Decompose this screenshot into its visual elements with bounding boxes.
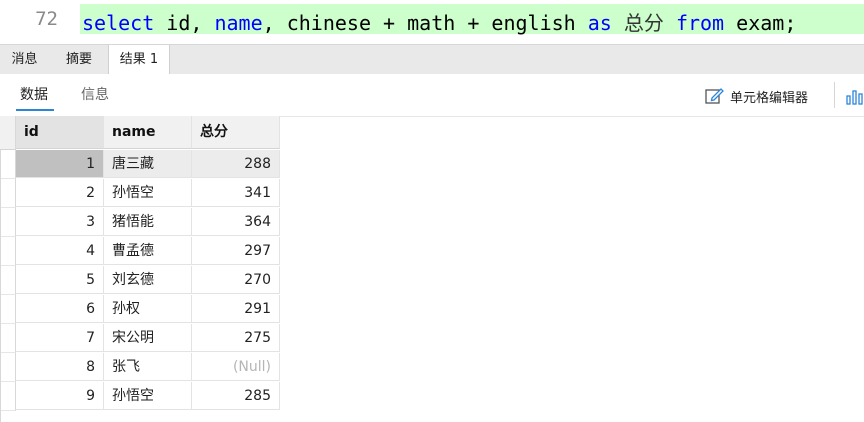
row-header[interactable] [0,179,16,208]
sql-statement[interactable]: select id, name, chinese + math + englis… [82,7,796,36]
sql-text: exam; [724,11,797,35]
table-row[interactable]: 8 张飞 (Null) [0,353,280,382]
table-row[interactable]: 1 唐三藏 288 [0,150,280,179]
cell-name[interactable]: 刘玄德 [104,266,192,294]
cell-total[interactable]: 297 [192,237,280,265]
table-row[interactable]: 2 孙悟空 341 [0,179,280,208]
cell-id[interactable]: 6 [16,295,104,323]
row-header[interactable] [0,382,16,411]
row-header[interactable] [0,266,16,295]
cell-total[interactable]: 364 [192,208,280,236]
row-header[interactable] [0,353,16,382]
cell-name[interactable]: 孙权 [104,295,192,323]
cell-name[interactable]: 宋公明 [104,324,192,352]
row-header[interactable] [0,295,16,324]
sql-text: , chinese + math + english [262,11,588,35]
tab-summary[interactable]: 摘要 [52,45,106,74]
column-header-total[interactable]: 总分 [192,116,280,149]
cell-name[interactable]: 唐三藏 [104,150,192,178]
row-header[interactable] [0,150,16,179]
cell-id[interactable]: 2 [16,179,104,207]
table-row[interactable]: 6 孙权 291 [0,295,280,324]
row-header[interactable] [0,208,16,237]
row-header[interactable] [0,237,16,266]
cell-id[interactable]: 8 [16,353,104,381]
cell-name[interactable]: 张飞 [104,353,192,381]
cell-total[interactable]: 275 [192,324,280,352]
tab-result-1[interactable]: 结果 1 [108,45,170,75]
subtab-info[interactable]: 信息 [81,84,109,104]
cell-id[interactable]: 1 [16,150,104,178]
cell-name[interactable]: 曹孟德 [104,237,192,265]
active-subtab-indicator [16,109,54,111]
sql-keyword: select [82,11,155,35]
subtab-data[interactable]: 数据 [20,84,48,104]
cell-total[interactable]: 291 [192,295,280,323]
sql-keyword: as [587,11,612,35]
sql-keyword: name [214,11,263,35]
sql-text: 总分 [623,11,664,35]
chart-icon[interactable] [845,86,864,106]
table-row[interactable]: 4 曹孟德 297 [0,237,280,266]
cell-total[interactable]: (Null) [192,353,280,381]
cell-id[interactable]: 5 [16,266,104,294]
table-row[interactable]: 5 刘玄德 270 [0,266,280,295]
table-row[interactable]: 7 宋公明 275 [0,324,280,353]
cell-name[interactable]: 孙悟空 [104,382,192,410]
table-row[interactable]: 3 猪悟能 364 [0,208,280,237]
data-toolbar: 数据 信息 单元格编辑器 [0,74,864,117]
sql-editor[interactable]: 72 select id, name, chinese + math + eng… [0,0,864,42]
cell-total[interactable]: 288 [192,150,280,178]
cell-total[interactable]: 270 [192,266,280,294]
result-grid[interactable]: id name 总分 1 唐三藏 288 2 孙悟空 341 3 猪悟能 364 4 曹孟德 297 5… [0,116,280,411]
sql-keyword: from [675,11,725,35]
column-header-name[interactable]: name [104,116,192,149]
cell-name[interactable]: 孙悟空 [104,179,192,207]
cell-name[interactable]: 猪悟能 [104,208,192,236]
cell-total[interactable]: 341 [192,179,280,207]
cell-editor-label: 单元格编辑器 [730,90,809,106]
cell-id[interactable]: 4 [16,237,104,265]
cell-id[interactable]: 7 [16,324,104,352]
sql-text: id, [154,11,215,35]
cell-total[interactable]: 285 [192,382,280,410]
cell-id[interactable]: 9 [16,382,104,410]
column-header-id[interactable]: id [16,116,104,149]
toolbar-divider [834,82,835,108]
table-row[interactable]: 9 孙悟空 285 [0,382,280,411]
cell-editor-button[interactable]: 单元格编辑器 [705,84,808,108]
row-header-corner [0,116,16,150]
cell-id[interactable]: 3 [16,208,104,236]
result-tabs: 消息 摘要 结果 1 [0,44,864,75]
tab-messages[interactable]: 消息 [0,45,49,74]
row-header[interactable] [0,324,16,353]
edit-icon [705,88,724,104]
grid-header-row: id name 总分 [0,116,280,150]
highlighted-code-line[interactable]: select id, name, chinese + math + englis… [80,4,864,36]
grid-left-border [0,150,1,422]
line-number: 72 [35,8,58,30]
